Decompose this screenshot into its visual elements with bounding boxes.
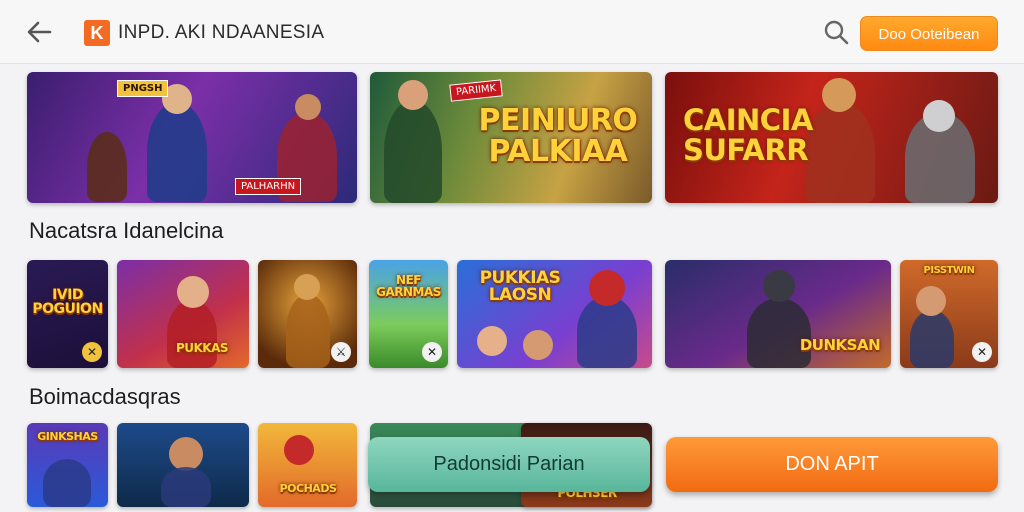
hero-figure [747,298,811,368]
game-card[interactable]: IVID POGUION ✕ [27,260,108,368]
section-title: Boimacdasqras [29,384,181,409]
section-title: Nacatsra Idanelcina [29,218,224,243]
hero-figure [147,102,207,202]
game-title: POCHADS [279,482,337,495]
hero-head [523,330,553,360]
game-card[interactable]: GINKSHAS [27,423,108,507]
game-title: PUKKAS [175,341,229,355]
search-icon[interactable] [820,16,854,50]
game-title: PISSTWIN [923,265,975,276]
banner-tag: PARIIMK [449,79,504,102]
banner-badge: PALHARHN [235,178,302,195]
play-badge-icon: ⚔ [331,342,351,362]
app-header: K INPD. AKI NDAANESIA Doo Ooteibean [0,0,1024,64]
game-card[interactable]: ⚔ [258,260,357,368]
game-card[interactable] [117,423,249,507]
game-title: PUKKIAS LAOSN [479,268,561,306]
secondary-action-button[interactable]: Padonsidi Parian [368,437,650,492]
hero-figure [87,132,127,202]
game-card[interactable]: PISSTWIN ✕ [900,260,998,368]
game-title: NEF GARNMAS [376,273,441,300]
banner-title: PEINIURO PALKIAA [478,103,638,169]
banner-card[interactable]: PARIIMK PEINIURO PALKIAA [370,72,652,203]
game-title: GINKSHAS [37,430,98,443]
hero-figure [577,296,637,368]
hero-head [923,100,955,132]
game-card[interactable]: PUKKIAS LAOSN [457,260,652,368]
hero-head [477,326,507,356]
hero-head [822,78,856,112]
app-title: INPD. AKI NDAANESIA [118,22,325,43]
hero-figure [167,300,217,368]
hero-head [589,270,625,306]
hero-figure [910,310,954,368]
game-card[interactable]: PUKKAS [117,260,249,368]
hero-head [169,437,203,471]
play-badge-icon: ✕ [82,342,102,362]
banner-tag: PNGSH [117,80,169,97]
app-logo: K [84,20,110,46]
hero-head [177,276,209,308]
hero-head [284,435,314,465]
play-badge-icon: ✕ [972,342,992,362]
hero-head [295,94,321,120]
game-card[interactable]: POCHADS [258,423,357,507]
hero-figure [43,459,91,507]
back-arrow-icon[interactable] [22,16,58,48]
banner-card[interactable]: PNGSH PALHARHN [27,72,357,203]
hero-head [398,80,428,110]
header-cta-button[interactable]: Doo Ooteibean [860,16,998,51]
banner-card[interactable]: CAINCIA SUFARR [665,72,998,203]
hero-figure [384,100,442,203]
banner-title: CAINCIA SUFARR [683,103,813,167]
hero-head [916,286,946,316]
game-card[interactable]: NEF GARNMAS ✕ [369,260,448,368]
play-badge-icon: ✕ [422,342,442,362]
hero-figure [286,294,330,368]
game-title: IVID POGUION [32,287,103,318]
primary-action-button[interactable]: DON APIT [666,437,998,492]
hero-head [294,274,320,300]
hero-head [763,270,795,302]
game-title: DUNKSAN [799,336,881,354]
hero-figure [161,467,211,507]
game-card[interactable]: DUNKSAN [665,260,891,368]
